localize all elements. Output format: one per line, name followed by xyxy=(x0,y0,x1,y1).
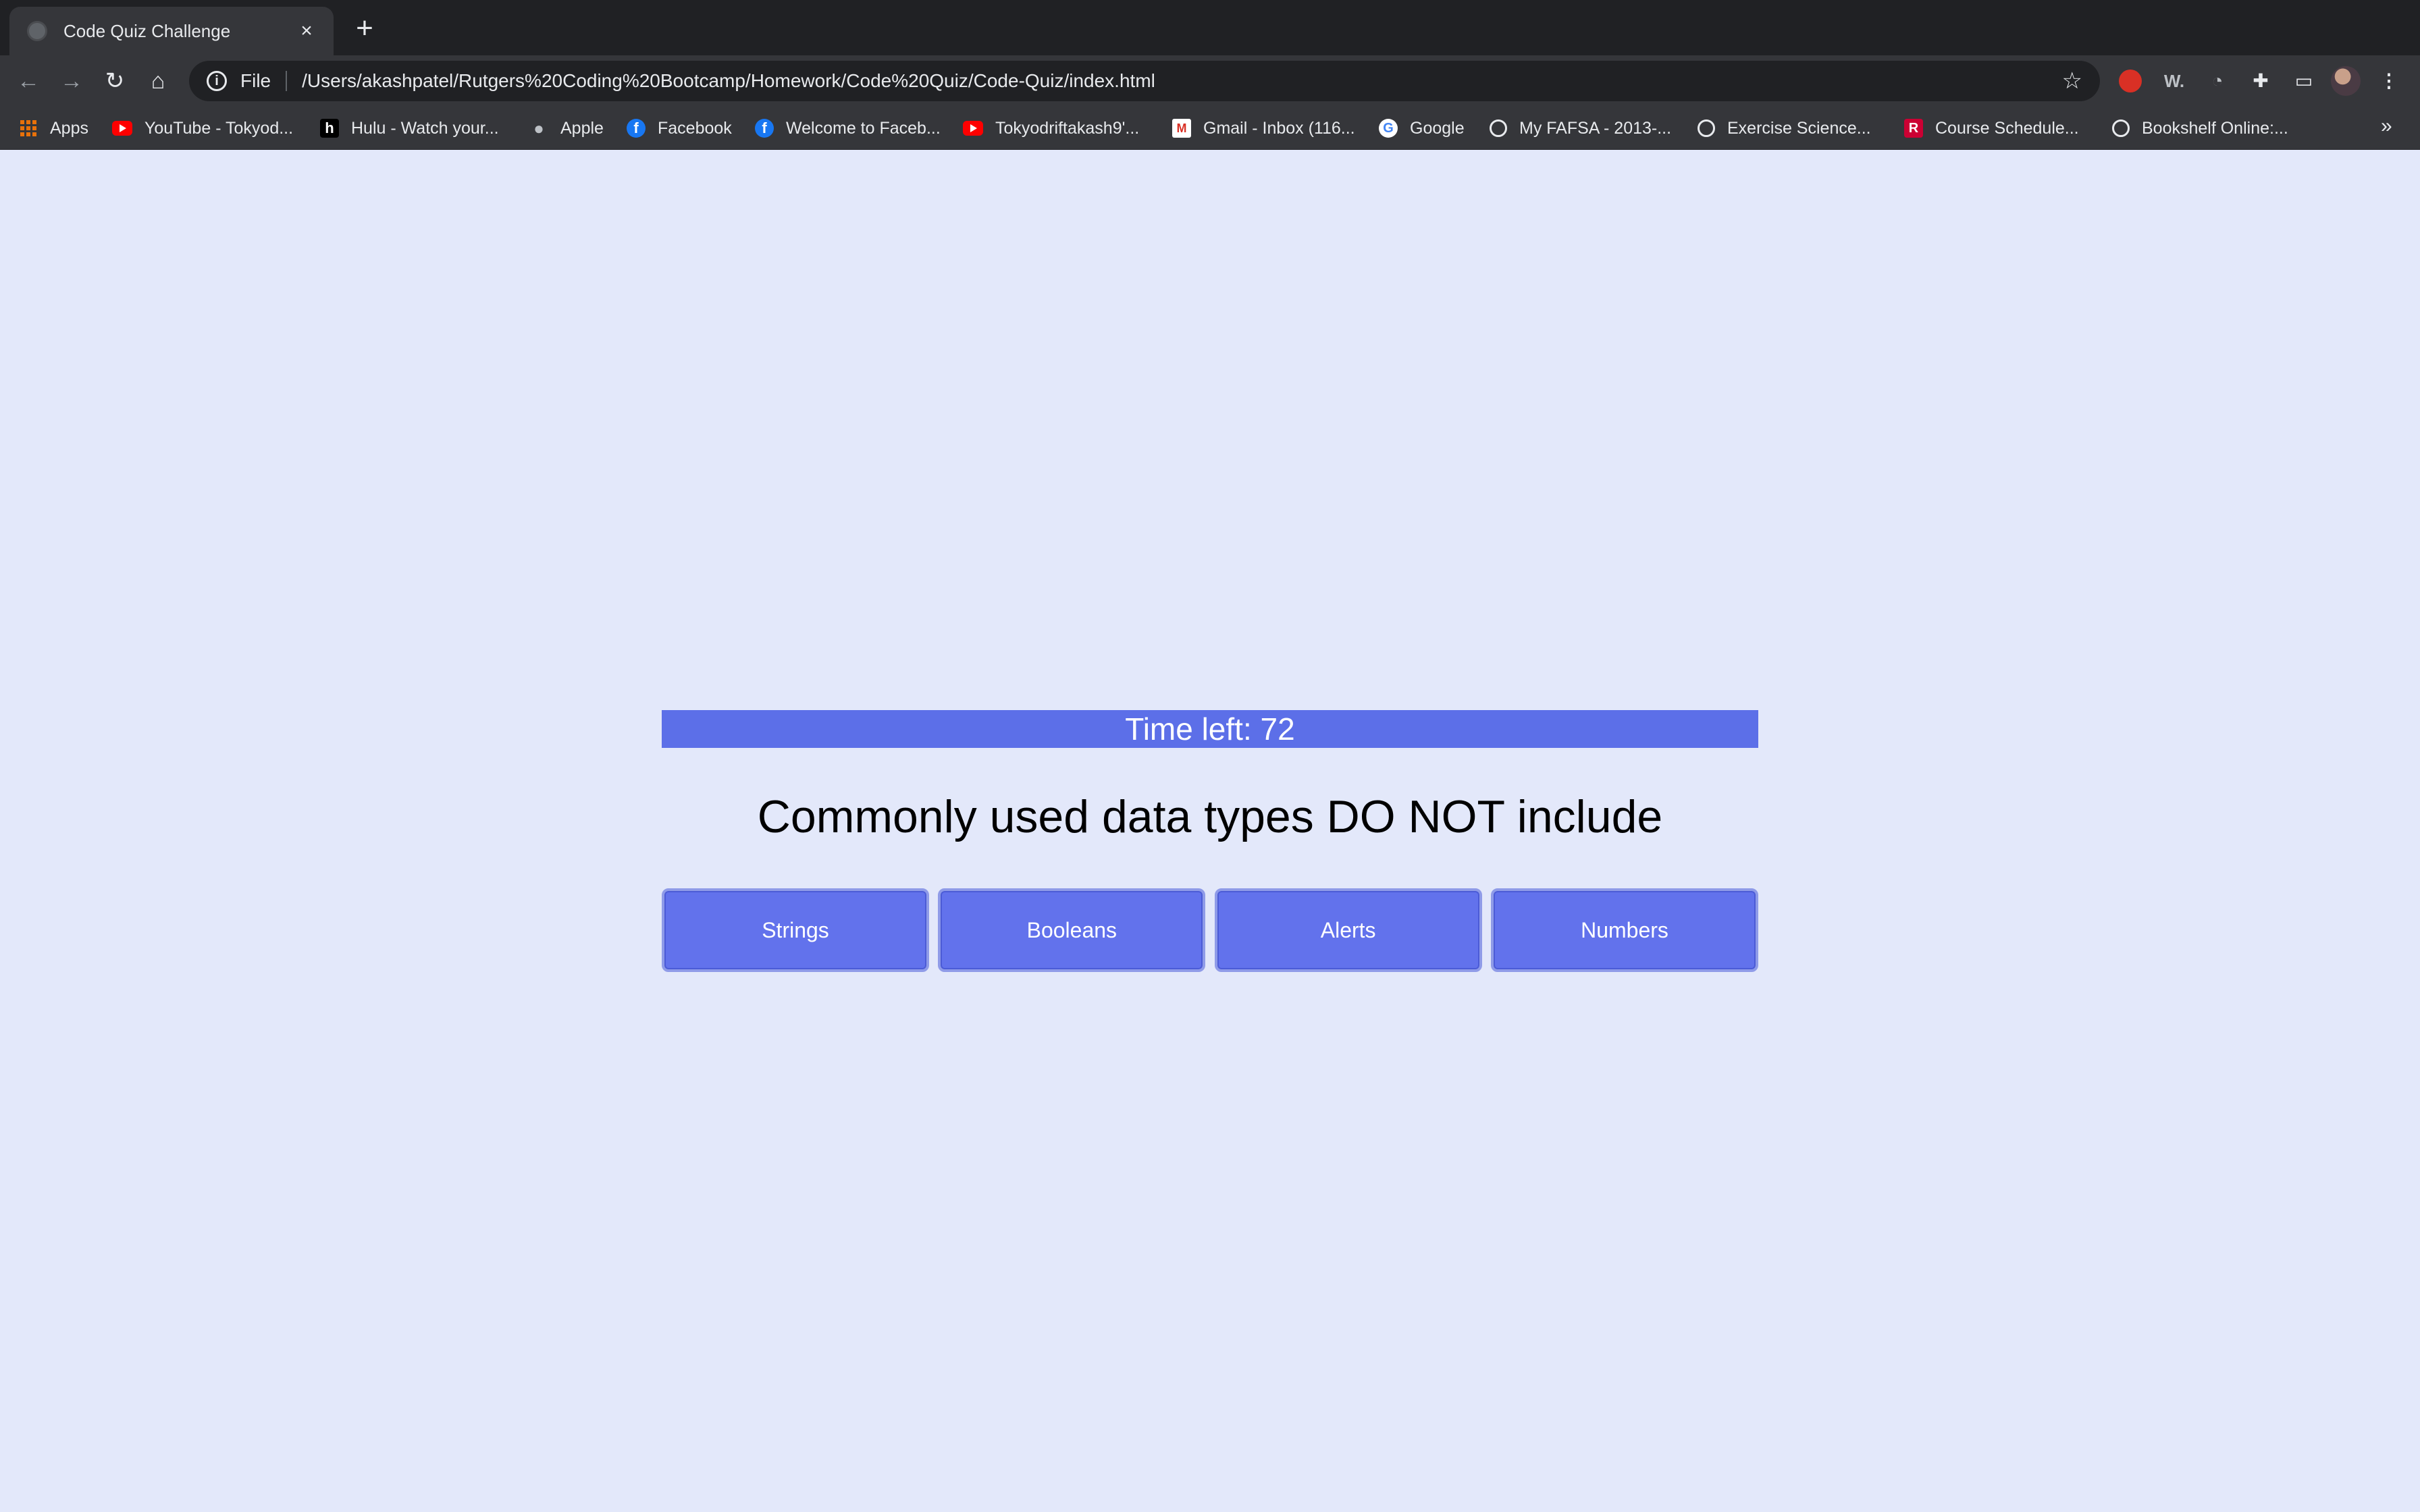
bookmark-label: Google xyxy=(1410,118,1465,138)
bookmark-bookshelf[interactable]: Bookshelf Online:... xyxy=(2112,116,2288,140)
bookmark-label: Hulu - Watch your... xyxy=(351,118,499,138)
rutgers-icon: R xyxy=(1904,119,1923,138)
bookmark-apps[interactable]: Apps xyxy=(19,116,88,140)
bookmark-label: Tokyodriftakash9'... xyxy=(995,118,1140,138)
profile-avatar[interactable] xyxy=(2331,66,2361,96)
bookmarks-bar: Apps YouTube - Tokyod... h Hulu - Watch … xyxy=(0,107,2420,150)
youtube-icon xyxy=(963,121,983,136)
bookmark-label: Course Schedule... xyxy=(1935,118,2079,138)
bookmark-exercise-science[interactable]: Exercise Science... xyxy=(1698,116,1871,140)
bookmarks-overflow-icon[interactable]: » xyxy=(2381,115,2392,138)
tab-title: Code Quiz Challenge xyxy=(63,20,231,41)
answer-button-booleans[interactable]: Booleans xyxy=(938,888,1206,972)
menu-kebab-icon[interactable]: ⋮ xyxy=(2375,68,2402,94)
google-icon: G xyxy=(1379,119,1398,138)
bookmark-course-schedule[interactable]: R Course Schedule... xyxy=(1904,116,2079,140)
browser-toolbar: ← → ↻ ⌂ i File /Users/akashpatel/Rutgers… xyxy=(0,55,2420,107)
bookmark-youtube[interactable]: YouTube - Tokyod... xyxy=(112,116,293,140)
bookmark-tokyodrift[interactable]: Tokyodriftakash9'... xyxy=(963,116,1139,140)
bookmark-label: Bookshelf Online:... xyxy=(2142,118,2288,138)
answer-choices: Strings Booleans Alerts Numbers xyxy=(662,888,1758,972)
answer-button-strings[interactable]: Strings xyxy=(662,888,929,972)
forward-arrow-icon[interactable]: → xyxy=(55,65,88,97)
facebook-icon: f xyxy=(755,119,774,138)
bookmark-label: Exercise Science... xyxy=(1727,118,1871,138)
bookmark-hulu[interactable]: h Hulu - Watch your... xyxy=(320,116,499,140)
grammar-extension-icon[interactable]: ◔ xyxy=(2204,68,2231,94)
apps-grid-icon xyxy=(19,119,38,138)
globe-icon xyxy=(2112,119,2130,137)
adblock-extension-icon[interactable] xyxy=(2119,70,2142,92)
bookmark-label: Facebook xyxy=(658,118,732,138)
new-tab-button[interactable]: + xyxy=(351,14,378,43)
home-icon[interactable]: ⌂ xyxy=(142,65,174,97)
bookmark-label: Welcome to Faceb... xyxy=(786,118,941,138)
reload-icon[interactable]: ↻ xyxy=(99,65,131,97)
question-text: Commonly used data types DO NOT include xyxy=(757,791,1663,842)
wikiwand-extension-icon[interactable]: W. xyxy=(2161,68,2188,94)
timer-banner: Time left: 72 xyxy=(662,710,1758,748)
bookmark-gmail[interactable]: M Gmail - Inbox (116... xyxy=(1172,116,1355,140)
tab-strip: Code Quiz Challenge × + xyxy=(0,0,2420,55)
globe-icon xyxy=(1490,119,1507,137)
bookmark-star-icon[interactable]: ☆ xyxy=(2062,68,2082,94)
globe-icon xyxy=(1698,119,1715,137)
answer-button-numbers[interactable]: Numbers xyxy=(1490,888,1758,972)
bookmark-welcome-facebook[interactable]: f Welcome to Faceb... xyxy=(755,116,941,140)
bookmark-apple[interactable]: ● Apple xyxy=(529,116,604,140)
bookmark-google[interactable]: G Google xyxy=(1379,116,1465,140)
bookmark-fafsa[interactable]: My FAFSA - 2013-... xyxy=(1490,116,1671,140)
address-url[interactable]: /Users/akashpatel/Rutgers%20Coding%20Boo… xyxy=(302,70,2061,92)
extensions-puzzle-icon[interactable]: ✚ xyxy=(2247,68,2274,94)
youtube-icon xyxy=(112,121,132,136)
globe-favicon-icon xyxy=(27,21,47,41)
address-bar[interactable]: i File /Users/akashpatel/Rutgers%20Codin… xyxy=(189,61,2100,101)
bookmark-facebook[interactable]: f Facebook xyxy=(627,116,732,140)
apple-icon: ● xyxy=(533,118,544,138)
facebook-icon: f xyxy=(627,119,646,138)
address-divider xyxy=(286,71,288,91)
bookmark-label: Apps xyxy=(50,118,88,138)
bookmark-label: My FAFSA - 2013-... xyxy=(1519,118,1672,138)
bookmark-label: Gmail - Inbox (116... xyxy=(1203,118,1355,138)
close-tab-icon[interactable]: × xyxy=(293,20,320,43)
cast-icon[interactable]: ▭ xyxy=(2290,68,2317,94)
address-scheme: File xyxy=(240,70,271,91)
bookmark-label: Apple xyxy=(560,118,604,138)
tab-active[interactable]: Code Quiz Challenge × xyxy=(9,7,334,55)
hulu-icon: h xyxy=(320,119,339,138)
bookmark-label: YouTube - Tokyod... xyxy=(144,118,294,138)
answer-button-alerts[interactable]: Alerts xyxy=(1214,888,1482,972)
gmail-icon: M xyxy=(1172,119,1191,138)
back-arrow-icon[interactable]: ← xyxy=(12,65,45,97)
info-icon[interactable]: i xyxy=(207,71,227,91)
